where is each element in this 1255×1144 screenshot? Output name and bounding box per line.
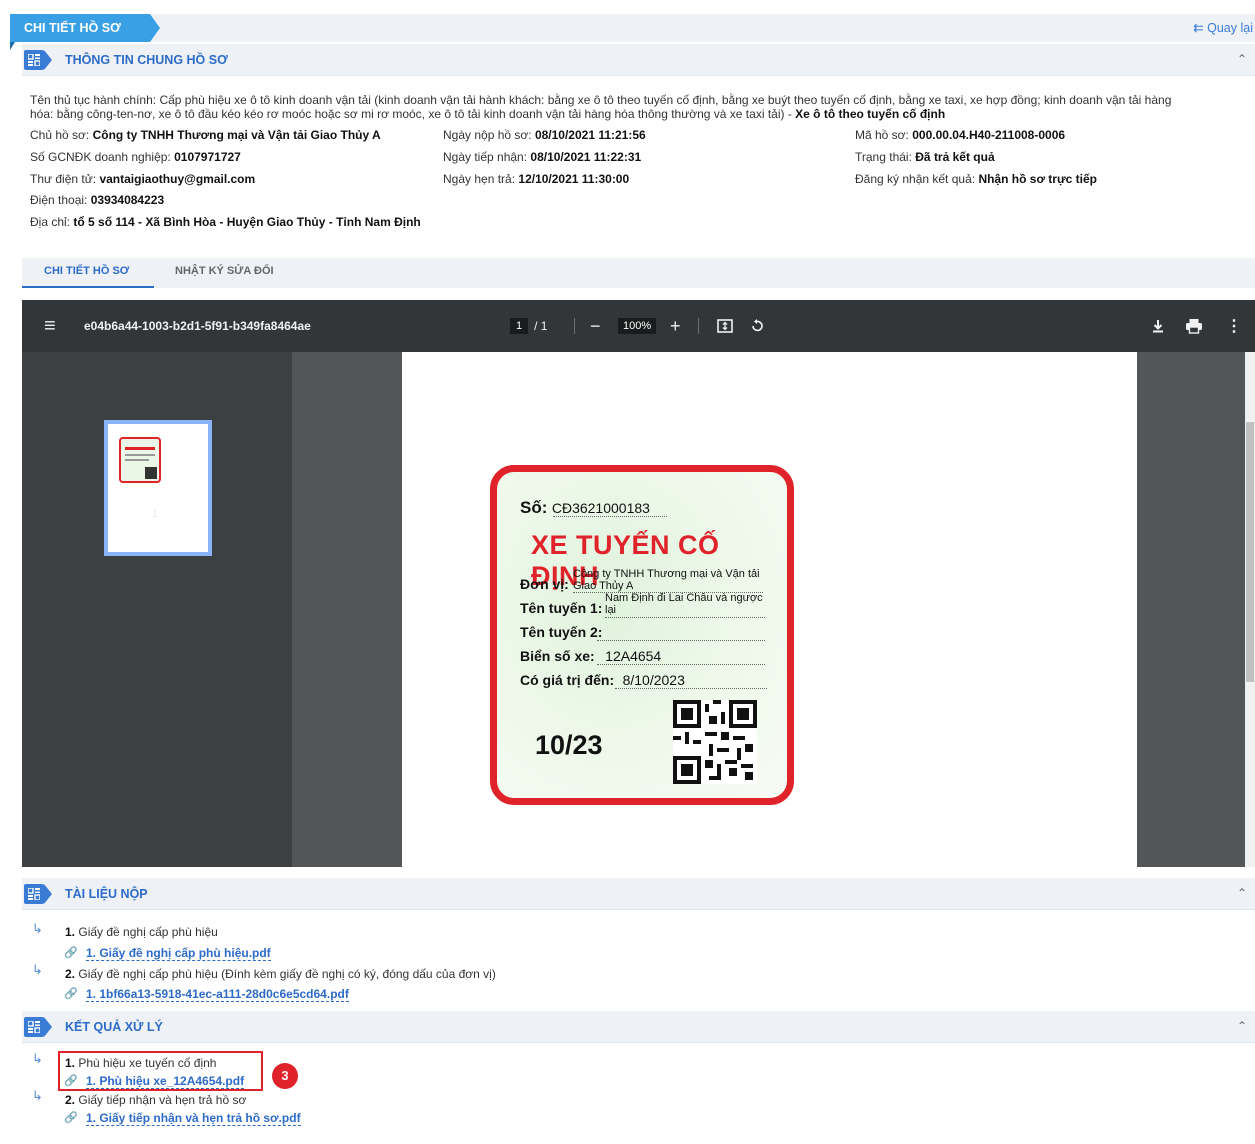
zoom-out-icon[interactable]: − bbox=[590, 300, 601, 352]
tab-history[interactable]: NHẬT KÝ SỬA ĐỔI bbox=[175, 258, 274, 288]
zoom-input[interactable]: 100% bbox=[618, 318, 657, 334]
zoom-in-icon[interactable]: + bbox=[670, 300, 681, 352]
grid-icon bbox=[24, 1017, 44, 1037]
page-indicator: 1 / 1 bbox=[510, 300, 547, 352]
qr-code-icon bbox=[673, 700, 757, 784]
badge-unit-value: Công ty TNHH Thương mại và Vận tải Giao … bbox=[573, 568, 760, 592]
route-badge: Số: CĐ3621000183 XE TUYẾN CỐ ĐỊNH Đơn vị… bbox=[490, 465, 794, 805]
badge-route1-value: Nam Định đi Lai Châu và ngược lại bbox=[605, 592, 763, 616]
document-item: 1. Giấy đề nghị cấp phù hiệu bbox=[65, 925, 218, 939]
download-icon[interactable] bbox=[1150, 300, 1166, 352]
page-input[interactable]: 1 bbox=[510, 318, 529, 334]
phone-row: Điện thoại: 03934084223 bbox=[30, 193, 165, 207]
submit-row: Ngày nộp hồ sơ: 08/10/2021 11:21:56 bbox=[443, 128, 646, 142]
result-item: 2. Giấy tiếp nhận và hẹn trả hồ sơ bbox=[65, 1093, 247, 1107]
grid-icon bbox=[24, 50, 44, 70]
badge-unit-label: Đơn vị: bbox=[520, 576, 569, 592]
page-title: CHI TIẾT HỒ SƠ bbox=[10, 14, 160, 42]
subitem-arrow-icon: ↳ bbox=[32, 962, 43, 977]
rotate-icon[interactable] bbox=[748, 300, 766, 352]
tab-detail[interactable]: CHI TIẾT HỒ SƠ bbox=[22, 258, 154, 288]
documents-header[interactable]: TÀI LIỆU NỘP ⌃ bbox=[22, 878, 1255, 910]
print-icon[interactable] bbox=[1185, 300, 1203, 352]
document-file-link[interactable]: 1. 1bf66a13-5918-41ec-a111-28d0c6e5cd64.… bbox=[86, 988, 349, 1002]
badge-route2-label: Tên tuyến 2: bbox=[520, 624, 603, 640]
grid-icon bbox=[24, 884, 44, 904]
link-icon: 🔗 bbox=[64, 988, 78, 1000]
page-total: / 1 bbox=[534, 319, 548, 333]
top-bar bbox=[10, 14, 1255, 42]
subitem-arrow-icon: ↳ bbox=[32, 1088, 43, 1103]
highlight-box bbox=[58, 1051, 263, 1091]
toolbar-divider bbox=[698, 318, 699, 334]
general-info-header[interactable]: THÔNG TIN CHUNG HỒ SƠ ⌃ bbox=[22, 44, 1255, 76]
gcn-row: Số GCNĐK doanh nghiệp: 0107971727 bbox=[30, 150, 241, 164]
chevron-up-icon[interactable]: ⌃ bbox=[1237, 886, 1247, 900]
section-arrow bbox=[44, 1017, 52, 1037]
document-item: 2. Giấy đề nghị cấp phù hiệu (Đính kèm g… bbox=[65, 967, 496, 981]
toolbar-divider bbox=[574, 318, 575, 334]
pdf-scrollbar[interactable] bbox=[1245, 352, 1255, 867]
pdf-toolbar: ≡ e04b6a44-1003-b2d1-5f91-b349fa8464ae 1… bbox=[22, 300, 1255, 352]
subitem-arrow-icon: ↳ bbox=[32, 1051, 43, 1066]
section-arrow bbox=[44, 50, 52, 70]
thumbnail-badge bbox=[119, 437, 161, 483]
address-row: Địa chỉ: tổ 5 số 114 - Xã Bình Hòa - Huy… bbox=[30, 215, 421, 229]
link-icon: 🔗 bbox=[64, 1112, 78, 1124]
fit-page-icon[interactable] bbox=[716, 300, 734, 352]
link-icon: 🔗 bbox=[64, 947, 78, 959]
section-title: THÔNG TIN CHUNG HỒ SƠ bbox=[65, 53, 228, 67]
result-file-link[interactable]: 1. Giấy tiếp nhận và hẹn trả hồ sơ.pdf bbox=[86, 1112, 301, 1126]
page-thumbnail[interactable] bbox=[104, 420, 212, 556]
back-link[interactable]: ⇇ Quay lại bbox=[1193, 20, 1253, 35]
page: CHI TIẾT HỒ SƠ ⇇ Quay lại THÔNG TIN CHUN… bbox=[0, 0, 1255, 1144]
pdf-viewer: ≡ e04b6a44-1003-b2d1-5f91-b349fa8464ae 1… bbox=[22, 300, 1255, 867]
chevron-up-icon[interactable]: ⌃ bbox=[1237, 52, 1247, 66]
badge-route1-label: Tên tuyến 1: bbox=[520, 600, 603, 616]
email-row: Thư điện tử: vantaigiaothuy@gmail.com bbox=[30, 172, 256, 186]
pdf-page: Số: CĐ3621000183 XE TUYẾN CỐ ĐỊNH Đơn vị… bbox=[402, 352, 1137, 867]
status-row: Trạng thái: Đã trả kết quả bbox=[855, 150, 995, 164]
tab-bar: CHI TIẾT HỒ SƠ NHẬT KÝ SỬA ĐỔI bbox=[22, 258, 1255, 288]
section-title: KẾT QUẢ XỬ LÝ bbox=[65, 1020, 163, 1034]
procedure-info: Tên thủ tục hành chính: Cấp phù hiệu xe … bbox=[30, 93, 1172, 121]
result-row: Đăng ký nhận kết quả: Nhận hồ sơ trực ti… bbox=[855, 172, 1098, 186]
subitem-arrow-icon: ↳ bbox=[32, 921, 43, 936]
receive-row: Ngày tiếp nhận: 08/10/2021 11:22:31 bbox=[443, 150, 642, 164]
step-marker: 3 bbox=[272, 1063, 298, 1089]
pdf-file-name: e04b6a44-1003-b2d1-5f91-b349fa8464ae bbox=[84, 319, 311, 333]
more-options-icon[interactable]: ⋮ bbox=[1226, 300, 1242, 352]
chevron-up-icon[interactable]: ⌃ bbox=[1237, 1019, 1247, 1033]
owner-row: Chủ hồ sơ: Công ty TNHH Thương mại và Vậ… bbox=[30, 128, 381, 142]
badge-number-row: Số: CĐ3621000183 bbox=[520, 498, 650, 517]
menu-icon[interactable]: ≡ bbox=[44, 300, 56, 352]
section-arrow bbox=[44, 884, 52, 904]
due-row: Ngày hẹn trả: 12/10/2021 11:30:00 bbox=[443, 172, 630, 186]
thumbnail-page-number: 1 bbox=[152, 508, 159, 520]
results-header[interactable]: KẾT QUẢ XỬ LÝ ⌃ bbox=[22, 1011, 1255, 1043]
section-title: TÀI LIỆU NỘP bbox=[65, 887, 148, 901]
code-row: Mã hồ sơ: 000.00.04.H40-211008-0006 bbox=[855, 128, 1066, 142]
document-file-link[interactable]: 1. Giấy đề nghị cấp phù hiệu.pdf bbox=[86, 947, 271, 961]
ribbon-tail bbox=[10, 42, 15, 50]
badge-expiry: 10/23 bbox=[535, 730, 603, 760]
